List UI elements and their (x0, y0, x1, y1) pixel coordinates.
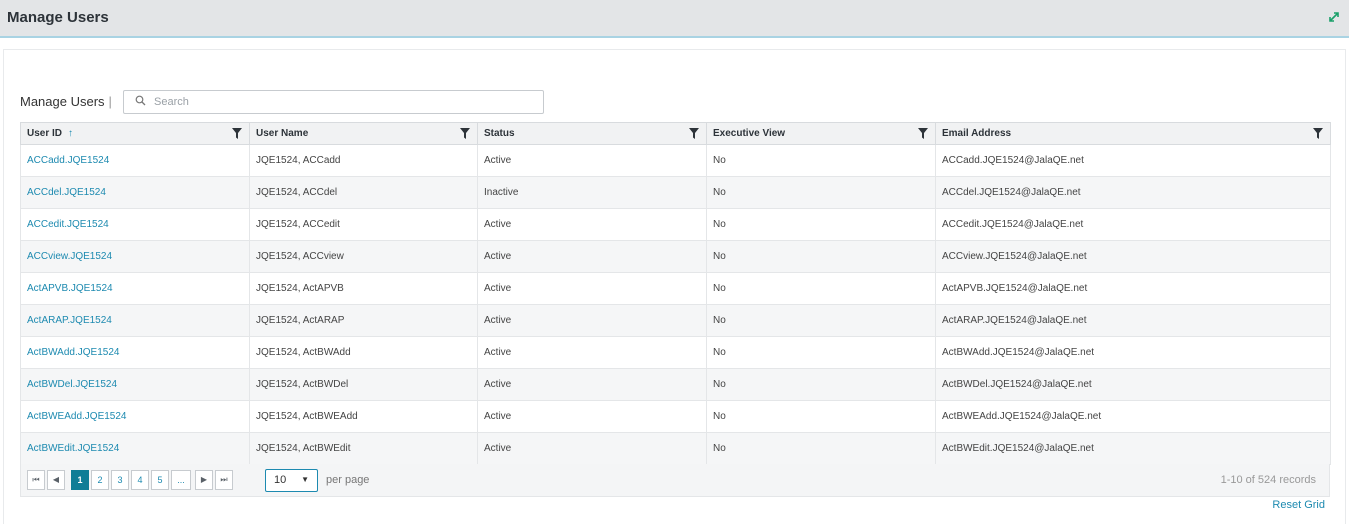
prev-page-button[interactable]: ◀ (47, 470, 65, 490)
user-id-link[interactable]: ActBWDel.JQE1524 (20, 368, 250, 401)
table-row[interactable]: ActBWEdit.JQE1524 JQE1524, ActBWEdit Activ… (20, 432, 1331, 465)
executive-view-cell: No (706, 144, 936, 177)
user-id-link[interactable]: ACCdel.JQE1524 (20, 176, 250, 209)
filter-icon[interactable] (232, 128, 242, 139)
page-header: Manage Users (0, 0, 1349, 38)
table-row[interactable]: ActBWAdd.JQE1524 JQE1524, ActBWAdd Active N… (20, 336, 1331, 369)
user-name-cell: JQE1524, ActBWDel (249, 368, 478, 401)
executive-view-cell: No (706, 368, 936, 401)
executive-view-cell: No (706, 208, 936, 241)
filter-icon[interactable] (689, 128, 699, 139)
page-button-2[interactable]: 2 (91, 470, 109, 490)
table-row[interactable]: ActBWDel.JQE1524 JQE1524, ActBWDel Active N… (20, 368, 1331, 401)
user-name-cell: JQE1524, ACCdel (249, 176, 478, 209)
user-id-link[interactable]: ActBWEdit.JQE1524 (20, 432, 250, 465)
page-size-value: 10 (274, 474, 287, 486)
email-cell: ActBWEdit.JQE1524@JalaQE.net (935, 432, 1331, 465)
page-button-more[interactable]: ... (171, 470, 191, 490)
user-name-cell: JQE1524, ACCadd (249, 144, 478, 177)
email-cell: ActARAP.JQE1524@JalaQE.net (935, 304, 1331, 337)
user-name-cell: JQE1524, ActARAP (249, 304, 478, 337)
page-button-1[interactable]: 1 (71, 470, 89, 490)
user-name-cell: JQE1524, ActBWEdit (249, 432, 478, 465)
table-row[interactable]: ActAPVB.JQE1524 JQE1524, ActAPVB Active No A… (20, 272, 1331, 305)
page-title: Manage Users (7, 9, 109, 26)
executive-view-cell: No (706, 432, 936, 465)
records-count: 1-10 of 524 records (1220, 474, 1316, 486)
page-button-5[interactable]: 5 (151, 470, 169, 490)
executive-view-cell: No (706, 336, 936, 369)
status-cell: Active (477, 400, 707, 433)
status-cell: Active (477, 208, 707, 241)
page-size-select[interactable]: 10 ▼ (265, 469, 318, 492)
executive-view-cell: No (706, 176, 936, 209)
pagination-bar: ⏮ ◀ 1 2 3 4 5 ... ▶ ⏭ 10 ▼ per page 1-10… (20, 464, 1330, 497)
email-cell: ActBWDel.JQE1524@JalaQE.net (935, 368, 1331, 401)
email-cell: ACCedit.JQE1524@JalaQE.net (935, 208, 1331, 241)
table-row[interactable]: ACCview.JQE1524 JQE1524, ACCview Active No A… (20, 240, 1331, 273)
expand-icon[interactable] (1327, 10, 1341, 24)
last-page-button[interactable]: ⏭ (215, 470, 233, 490)
per-page-label: per page (326, 474, 370, 486)
status-cell: Active (477, 336, 707, 369)
user-name-cell: JQE1524, ActBWEAdd (249, 400, 478, 433)
page-button-3[interactable]: 3 (111, 470, 129, 490)
table-header-row: User ID ↑ User Name Status Executive View… (20, 122, 1331, 145)
table-row[interactable]: ACCadd.JQE1524 JQE1524, ACCadd Active No ACC… (20, 144, 1331, 177)
user-id-link[interactable]: ACCedit.JQE1524 (20, 208, 250, 241)
email-cell: ACCview.JQE1524@JalaQE.net (935, 240, 1331, 273)
email-cell: ACCdel.JQE1524@JalaQE.net (935, 176, 1331, 209)
executive-view-cell: No (706, 304, 936, 337)
reset-grid-link[interactable]: Reset Grid (1272, 499, 1325, 511)
user-id-link[interactable]: ACCadd.JQE1524 (20, 144, 250, 177)
executive-view-cell: No (706, 400, 936, 433)
column-header-user-id[interactable]: User ID ↑ (20, 122, 250, 145)
status-cell: Active (477, 272, 707, 305)
user-id-link[interactable]: ActAPVB.JQE1524 (20, 272, 250, 305)
email-cell: ActBWAdd.JQE1524@JalaQE.net (935, 336, 1331, 369)
table-row[interactable]: ActBWEAdd.JQE1524 JQE1524, ActBWEAdd Activ… (20, 400, 1331, 433)
email-cell: ActBWEAdd.JQE1524@JalaQE.net (935, 400, 1331, 433)
user-id-link[interactable]: ActBWEAdd.JQE1524 (20, 400, 250, 433)
filter-icon[interactable] (918, 128, 928, 139)
grid-title-separator: | (108, 94, 112, 109)
user-name-cell: JQE1524, ActBWAdd (249, 336, 478, 369)
user-id-link[interactable]: ActARAP.JQE1524 (20, 304, 250, 337)
status-cell: Inactive (477, 176, 707, 209)
status-cell: Active (477, 304, 707, 337)
user-name-cell: JQE1524, ActAPVB (249, 272, 478, 305)
first-page-button[interactable]: ⏮ (27, 470, 45, 490)
user-name-cell: JQE1524, ACCedit (249, 208, 478, 241)
table-row[interactable]: ActARAP.JQE1524 JQE1524, ActARAP Active No A… (20, 304, 1331, 337)
executive-view-cell: No (706, 272, 936, 305)
page-button-4[interactable]: 4 (131, 470, 149, 490)
email-cell: ACCadd.JQE1524@JalaQE.net (935, 144, 1331, 177)
user-name-cell: JQE1524, ACCview (249, 240, 478, 273)
grid-title: Manage Users | (20, 94, 112, 109)
status-cell: Active (477, 368, 707, 401)
users-table: User ID ↑ User Name Status Executive View… (20, 122, 1331, 465)
search-input[interactable]: Search (123, 90, 544, 114)
status-cell: Active (477, 144, 707, 177)
email-cell: ActAPVB.JQE1524@JalaQE.net (935, 272, 1331, 305)
column-header-email-address[interactable]: Email Address (935, 122, 1331, 145)
grid-title-label: Manage Users (20, 94, 105, 109)
search-placeholder: Search (154, 96, 189, 108)
column-header-user-name[interactable]: User Name (249, 122, 478, 145)
status-cell: Active (477, 432, 707, 465)
table-row[interactable]: ACCdel.JQE1524 JQE1524, ACCdel Inactive No A… (20, 176, 1331, 209)
chevron-down-icon: ▼ (301, 475, 309, 484)
filter-icon[interactable] (1313, 128, 1323, 139)
user-id-link[interactable]: ACCview.JQE1524 (20, 240, 250, 273)
column-header-executive-view[interactable]: Executive View (706, 122, 936, 145)
search-icon (135, 95, 146, 109)
next-page-button[interactable]: ▶ (195, 470, 213, 490)
filter-icon[interactable] (460, 128, 470, 139)
column-header-status[interactable]: Status (477, 122, 707, 145)
status-cell: Active (477, 240, 707, 273)
user-id-link[interactable]: ActBWAdd.JQE1524 (20, 336, 250, 369)
executive-view-cell: No (706, 240, 936, 273)
table-row[interactable]: ACCedit.JQE1524 JQE1524, ACCedit Active No A… (20, 208, 1331, 241)
sort-ascending-icon: ↑ (68, 128, 74, 139)
